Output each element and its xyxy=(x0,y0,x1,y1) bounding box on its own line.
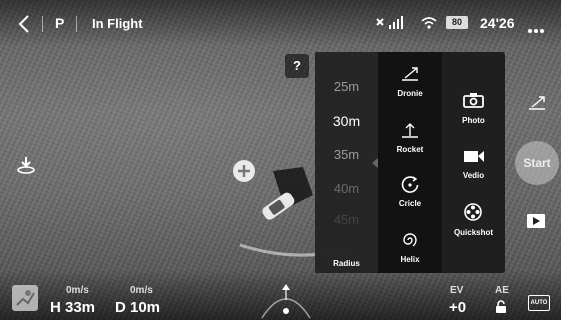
land-icon xyxy=(17,157,35,174)
chevron-left-icon xyxy=(18,15,29,33)
mode-dronie[interactable]: Dronie xyxy=(378,60,442,110)
radius-option[interactable]: 45m xyxy=(315,212,378,227)
dronie-icon xyxy=(529,96,545,110)
radius-option[interactable]: 40m xyxy=(315,181,378,196)
flight-mode[interactable]: P xyxy=(55,15,64,31)
ae-lock-button[interactable] xyxy=(495,300,507,319)
radius-option-selected[interactable]: 30m xyxy=(315,113,378,129)
shoot-label: Quickshot xyxy=(453,228,494,237)
mode-label: Rocket xyxy=(396,145,424,154)
ev-label: EV xyxy=(450,285,464,296)
shoot-photo[interactable]: Photo xyxy=(442,88,505,130)
shoot-label: Vedio xyxy=(462,171,485,180)
flight-status[interactable]: In Flight xyxy=(92,16,143,31)
map-button[interactable] xyxy=(12,285,38,311)
camera-icon xyxy=(463,93,484,108)
lock-icon xyxy=(496,300,506,313)
mode-rocket[interactable]: Rocket xyxy=(378,117,442,167)
battery-indicator: 80 xyxy=(446,16,468,29)
start-button[interactable]: Start xyxy=(515,141,559,185)
dronie-icon xyxy=(402,67,418,81)
radius-option[interactable]: 35m xyxy=(315,147,378,162)
more-button[interactable] xyxy=(527,21,545,39)
map-icon xyxy=(16,290,35,306)
shoot-quickshot[interactable]: Quickshot xyxy=(442,198,505,243)
landing-button[interactable] xyxy=(16,155,36,180)
shoot-video[interactable]: Vedio xyxy=(442,145,505,187)
circle-mode-icon xyxy=(401,176,419,193)
camera-settings-button[interactable]: AUTO xyxy=(528,295,550,311)
ellipsis-icon xyxy=(528,29,544,33)
auto-camera-icon: AUTO xyxy=(530,300,548,306)
rocket-icon xyxy=(402,123,418,138)
divider xyxy=(76,16,77,32)
shoot-label: Photo xyxy=(462,116,485,125)
play-icon xyxy=(533,217,540,225)
mode-label: Helix xyxy=(400,255,420,264)
radius-option[interactable]: 25m xyxy=(315,79,378,94)
compass xyxy=(258,280,314,320)
mode-label: Cricle xyxy=(398,199,422,208)
divider xyxy=(42,16,43,32)
flight-time: 24'26 xyxy=(480,15,515,31)
wifi-icon xyxy=(421,16,437,34)
height-readout: H 33m xyxy=(50,299,96,316)
film-reel-icon xyxy=(464,203,482,221)
mode-circle[interactable]: Cricle xyxy=(378,172,442,222)
vertical-speed: 0m/s xyxy=(130,285,153,296)
plus-icon xyxy=(238,165,250,177)
helix-icon xyxy=(403,233,417,247)
help-button[interactable]: ? xyxy=(285,54,309,78)
distance-readout: D 10m xyxy=(115,299,161,316)
track-button[interactable] xyxy=(527,95,547,116)
radius-label: Radius xyxy=(333,259,360,268)
gps-signal-icon xyxy=(375,15,411,36)
add-target-button[interactable] xyxy=(233,160,255,182)
drone-camera-view: P In Flight 80 24'26 ? 25m 30m 35m 40m 4… xyxy=(0,0,561,320)
mode-helix[interactable]: Helix xyxy=(378,226,442,271)
back-button[interactable] xyxy=(16,14,32,34)
ae-label: AE xyxy=(495,285,509,296)
video-icon xyxy=(464,151,484,162)
horizontal-speed: 0m/s xyxy=(66,285,89,296)
top-status-bar xyxy=(0,0,561,46)
mode-label: Dronie xyxy=(397,89,423,98)
ev-value[interactable]: +0 xyxy=(449,299,466,316)
playback-button[interactable] xyxy=(527,214,545,228)
